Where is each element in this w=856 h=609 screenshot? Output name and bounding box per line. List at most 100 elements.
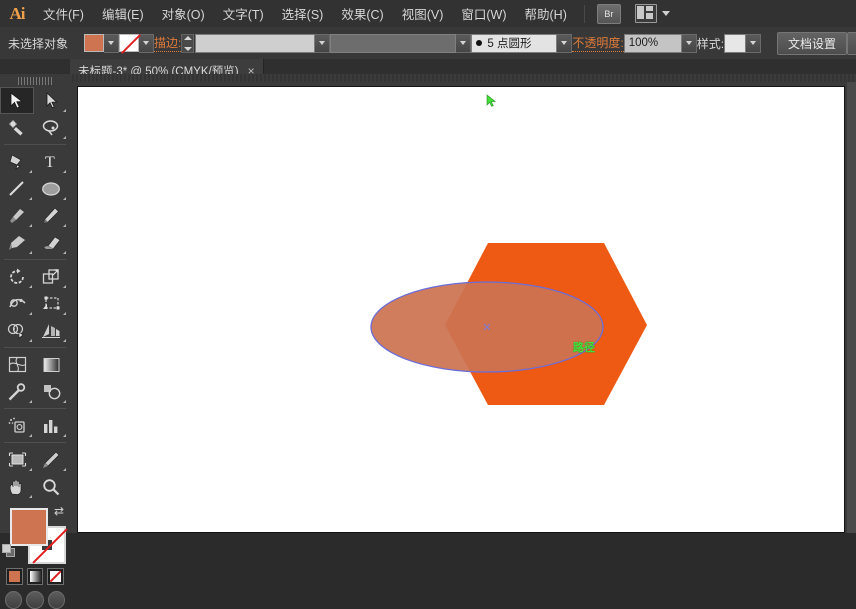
brush-definition-label: 5 点圆形 xyxy=(487,38,532,50)
mesh-tool[interactable] xyxy=(0,351,34,378)
eraser-tool[interactable] xyxy=(34,229,68,256)
document-setup-button[interactable]: 文档设置 xyxy=(777,31,848,55)
right-panel-strip[interactable] xyxy=(847,82,856,533)
screen-mode-buttons xyxy=(0,585,70,609)
ellipse-tool[interactable] xyxy=(34,175,68,202)
stroke-weight-control[interactable] xyxy=(181,33,331,53)
line-segment-tool[interactable] xyxy=(0,175,34,202)
brush-preview-icon xyxy=(476,40,483,46)
drawing-mode-normal-button[interactable] xyxy=(5,591,23,609)
svg-text:T: T xyxy=(45,154,55,170)
swap-fill-stroke-icon[interactable]: ⇄ xyxy=(54,504,64,518)
fill-color-box[interactable] xyxy=(10,508,48,546)
illustrator-window: Ai 文件(F) 编辑(E) 对象(O) 文字(T) 选择(S) 效果(C) 视… xyxy=(0,0,856,609)
graphic-style-swatch[interactable] xyxy=(724,33,747,53)
width-tool[interactable] xyxy=(0,290,34,317)
fill-color-control[interactable] xyxy=(84,33,120,53)
stroke-color-control[interactable] xyxy=(119,33,155,53)
paintbrush-tool[interactable] xyxy=(0,202,34,229)
artboard-tool[interactable] xyxy=(0,446,34,473)
rotate-tool[interactable] xyxy=(0,263,34,290)
column-graph-tool[interactable] xyxy=(34,412,68,439)
color-button[interactable] xyxy=(6,568,23,585)
stroke-dropdown-icon[interactable] xyxy=(139,33,155,53)
bridge-icon[interactable]: Br xyxy=(596,3,621,24)
brush-dropdown-icon[interactable] xyxy=(557,33,573,53)
pencil-tool[interactable] xyxy=(34,202,68,229)
selection-tool[interactable] xyxy=(0,87,34,114)
drawing-mode-behind-button[interactable] xyxy=(26,591,44,609)
menu-select[interactable]: 选择(S) xyxy=(273,0,333,27)
stroke-swatch-none[interactable] xyxy=(119,34,140,52)
menu-type[interactable]: 文字(T) xyxy=(214,0,273,27)
pen-tool[interactable] xyxy=(0,148,34,175)
fill-dropdown-icon[interactable] xyxy=(104,33,120,53)
style-label: 样式: xyxy=(696,36,725,51)
slice-tool[interactable] xyxy=(34,446,68,473)
tools-divider-3 xyxy=(4,347,66,348)
stroke-weight-dropdown-icon[interactable] xyxy=(315,33,331,53)
preferences-button[interactable]: 首 xyxy=(847,31,856,55)
graphic-style-dropdown-icon[interactable] xyxy=(746,33,762,53)
menu-divider xyxy=(583,4,585,23)
tools-divider-2 xyxy=(4,259,66,260)
brush-definition-field[interactable]: 5 点圆形 xyxy=(471,33,558,53)
stroke-profile-dropdown-icon[interactable] xyxy=(456,33,472,53)
zoom-tool[interactable] xyxy=(34,473,68,500)
menu-edit[interactable]: 编辑(E) xyxy=(93,0,153,27)
control-bar: 未选择对象 描边: 5 点圆形 不透明度: 100% 样式: 文档设置 xyxy=(0,27,856,60)
menu-window[interactable]: 窗口(W) xyxy=(452,0,515,27)
tools-divider-5 xyxy=(4,442,66,443)
menu-help[interactable]: 帮助(H) xyxy=(516,0,576,27)
blob-brush-tool[interactable] xyxy=(0,229,34,256)
menu-effect[interactable]: 效果(C) xyxy=(332,0,392,27)
fill-swatch[interactable] xyxy=(84,34,105,52)
scale-tool[interactable] xyxy=(34,263,68,290)
menu-bar: Ai 文件(F) 编辑(E) 对象(O) 文字(T) 选择(S) 效果(C) 视… xyxy=(0,0,856,28)
blend-tool[interactable] xyxy=(34,378,68,405)
stroke-weight-field[interactable] xyxy=(195,33,316,53)
direct-selection-tool[interactable] xyxy=(34,87,68,114)
opacity-panel-link[interactable]: 不透明度: xyxy=(572,34,624,52)
eyedropper-tool[interactable] xyxy=(0,378,34,405)
perspective-grid-tool[interactable] xyxy=(34,317,68,344)
arrange-documents-icon[interactable] xyxy=(634,4,657,23)
color-mode-buttons xyxy=(0,564,70,585)
tools-grid: T xyxy=(0,87,70,500)
free-transform-tool[interactable] xyxy=(34,290,68,317)
stroke-panel-link[interactable]: 描边: xyxy=(154,34,182,52)
tools-panel: T ⇄ xyxy=(0,74,71,609)
none-button[interactable] xyxy=(47,568,65,585)
fill-stroke-control: ⇄ xyxy=(0,502,70,564)
opacity-control[interactable]: 100% xyxy=(623,33,697,53)
canvas-top-strip xyxy=(70,74,856,82)
menu-view[interactable]: 视图(V) xyxy=(393,0,453,27)
menu-file[interactable]: 文件(F) xyxy=(34,0,93,27)
shape-builder-tool[interactable] xyxy=(0,317,34,344)
stroke-weight-stepper[interactable] xyxy=(181,33,195,53)
screen-mode-button[interactable] xyxy=(47,591,65,609)
graphic-style-control[interactable] xyxy=(724,33,762,53)
default-fill-stroke-icon[interactable] xyxy=(2,544,16,558)
type-tool[interactable]: T xyxy=(34,148,68,175)
hand-tool[interactable] xyxy=(0,473,34,500)
symbol-sprayer-tool[interactable] xyxy=(0,412,34,439)
gradient-button[interactable] xyxy=(26,568,44,585)
tools-divider xyxy=(4,144,66,145)
lasso-tool[interactable] xyxy=(34,114,68,141)
tools-panel-grip[interactable] xyxy=(18,77,52,85)
tools-divider-4 xyxy=(4,408,66,409)
opacity-dropdown-icon[interactable] xyxy=(681,33,697,53)
gradient-tool[interactable] xyxy=(34,351,68,378)
canvas-area[interactable]: 路径 xyxy=(70,82,856,533)
chevron-down-icon[interactable] xyxy=(661,11,670,16)
magic-wand-tool[interactable] xyxy=(0,114,34,141)
opacity-field[interactable]: 100% xyxy=(623,33,682,53)
artwork-layer[interactable] xyxy=(70,82,856,533)
brush-definition-control[interactable]: 5 点圆形 xyxy=(471,33,573,53)
stroke-profile-control[interactable] xyxy=(330,33,472,53)
menu-object[interactable]: 对象(O) xyxy=(153,0,214,27)
stroke-profile-field[interactable] xyxy=(330,33,457,53)
cursor-arrow-icon xyxy=(486,94,497,107)
smart-guide-label: 路径 xyxy=(573,342,595,354)
